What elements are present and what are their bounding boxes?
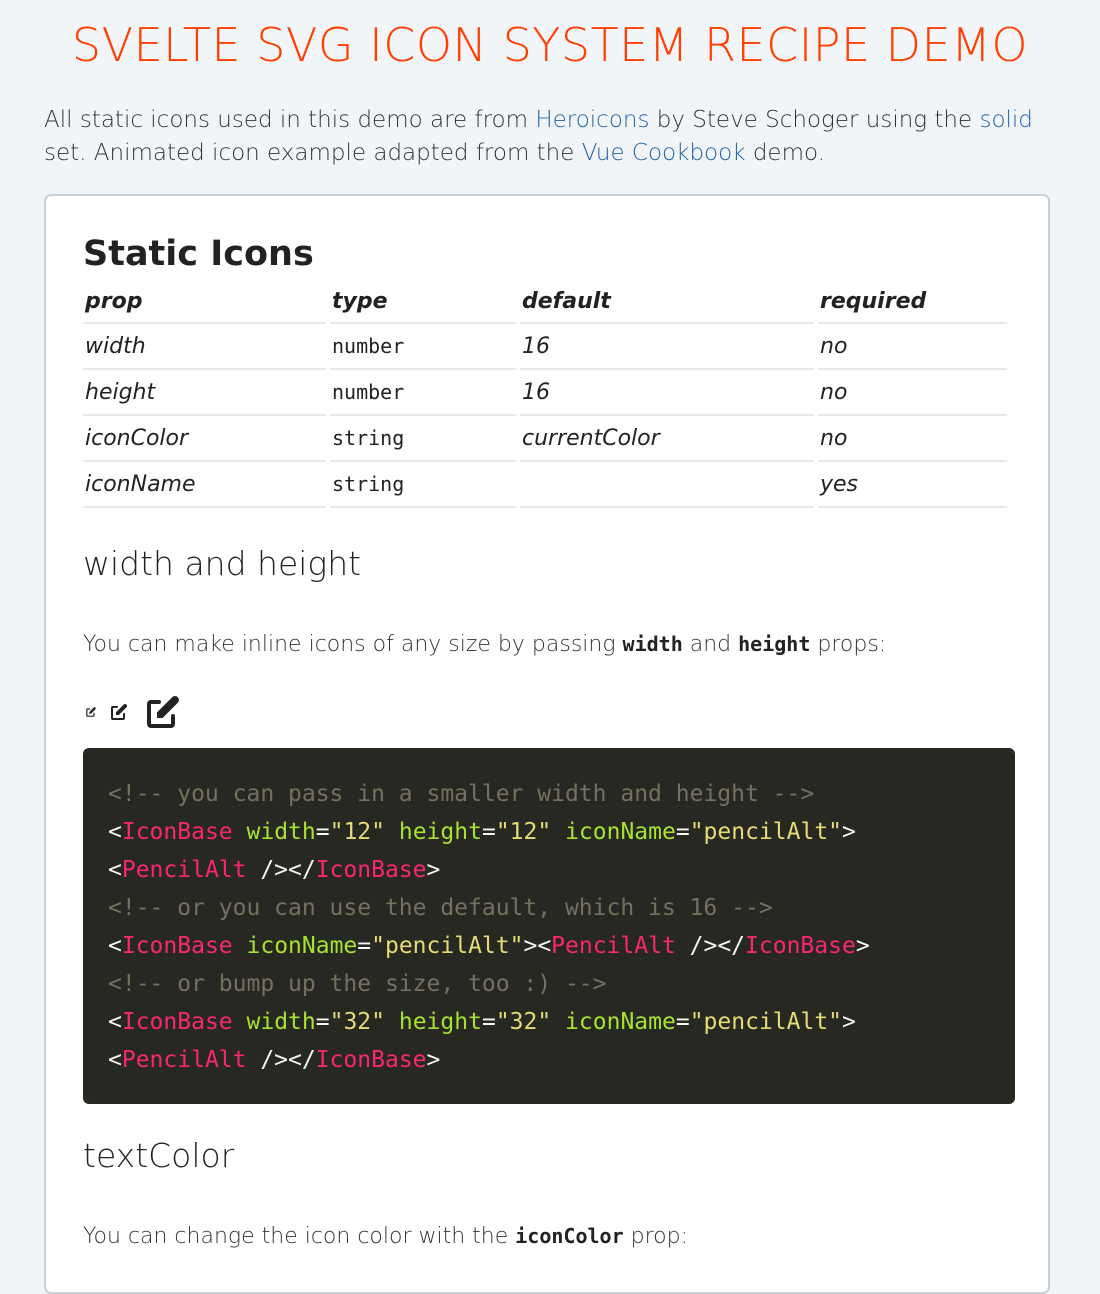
heroicons-link[interactable]: Heroicons [535, 107, 649, 133]
code-tag: IconBase [745, 933, 856, 959]
code-string: "32" [495, 1009, 552, 1035]
code-attr: iconName [565, 819, 676, 845]
header-required: required [818, 280, 1007, 324]
code-attr: width [246, 819, 316, 845]
code-string: "32" [329, 1009, 385, 1035]
inline-code-height: height [738, 632, 811, 656]
cell-prop: height [83, 370, 326, 416]
text-color-heading: textColor [83, 1136, 235, 1175]
intro-text-2: by Steve Schoger using the [649, 107, 980, 133]
cell-type: number [330, 324, 516, 370]
inline-code-width: width [622, 632, 683, 656]
code-string: "pencilAlt" [371, 933, 524, 959]
pencil-alt-icon [147, 696, 179, 728]
intro-text: All static icons used in this demo are f… [44, 104, 1044, 170]
code-tag: IconBase [315, 1047, 427, 1073]
cell-required: no [818, 370, 1007, 416]
code-comment: <!-- or bump up the size, too :) --> [108, 971, 607, 997]
cell-prop: width [83, 324, 326, 370]
desc-text: You can change the icon color with the [83, 1224, 516, 1249]
code-string: "pencilAlt" [689, 1009, 843, 1035]
cell-default [520, 462, 814, 508]
code-attr: width [246, 1009, 316, 1035]
code-comment: <!-- or you can use the default, which i… [108, 895, 773, 921]
table-row: height number 16 no [83, 370, 1007, 416]
cell-default: 16 [520, 370, 814, 416]
props-table: prop type default required width number … [79, 280, 1011, 508]
cell-type: string [330, 416, 516, 462]
cell-prop: iconName [83, 462, 326, 508]
header-default: default [520, 280, 814, 324]
code-tag: IconBase [315, 857, 427, 883]
code-string: "12" [495, 819, 552, 845]
solid-link[interactable]: solid [979, 107, 1032, 133]
cell-default: currentColor [520, 416, 814, 462]
width-height-heading: width and height [83, 544, 362, 583]
code-tag: IconBase [121, 1009, 233, 1035]
intro-text-4: demo. [745, 140, 825, 166]
intro-text-3: set. Animated icon example adapted from … [44, 140, 582, 166]
demo-card: Static Icons prop type default required … [44, 194, 1050, 1294]
cell-prop: iconColor [83, 416, 326, 462]
static-icons-heading: Static Icons [83, 234, 314, 274]
inline-code-iconcolor: iconColor [515, 1224, 624, 1248]
code-attr: iconName [246, 933, 358, 959]
header-prop: prop [83, 280, 326, 324]
desc-text: prop: [623, 1224, 688, 1249]
code-attr: iconName [565, 1009, 676, 1035]
vue-cookbook-link[interactable]: Vue Cookbook [582, 140, 746, 166]
code-tag: PencilAlt [551, 933, 676, 959]
code-tag: PencilAlt [121, 1047, 247, 1073]
table-row: iconColor string currentColor no [83, 416, 1007, 462]
cell-default: 16 [520, 324, 814, 370]
code-tag: PencilAlt [121, 857, 247, 883]
code-tag: IconBase [121, 933, 233, 959]
code-string: "12" [329, 819, 385, 845]
cell-required: yes [818, 462, 1007, 508]
desc-text: You can make inline icons of any size by… [83, 632, 623, 657]
cell-required: no [818, 416, 1007, 462]
code-attr: height [398, 1009, 482, 1035]
table-header-row: prop type default required [83, 280, 1007, 324]
page-title: SVELTE SVG ICON SYSTEM RECIPE DEMO [71, 18, 1029, 72]
code-string: "pencilAlt" [689, 819, 843, 845]
cell-required: no [818, 324, 1007, 370]
cell-type: number [330, 370, 516, 416]
header-type: type [330, 280, 516, 324]
code-comment: <!-- you can pass in a smaller width and… [108, 781, 815, 807]
desc-text: props: [810, 632, 887, 657]
code-example-block: <!-- you can pass in a smaller width and… [83, 748, 1015, 1104]
desc-text: and [682, 632, 739, 657]
intro-text-1: All static icons used in this demo are f… [44, 107, 536, 133]
pencil-alt-icon [86, 707, 96, 717]
table-row: iconName string yes [83, 462, 1007, 508]
cell-type: string [330, 462, 516, 508]
width-height-description: You can make inline icons of any size by… [83, 632, 886, 657]
pencil-alt-icon [111, 704, 127, 720]
code-attr: height [398, 819, 482, 845]
text-color-description: You can change the icon color with the i… [83, 1224, 688, 1249]
code-tag: IconBase [121, 819, 233, 845]
table-row: width number 16 no [83, 324, 1007, 370]
